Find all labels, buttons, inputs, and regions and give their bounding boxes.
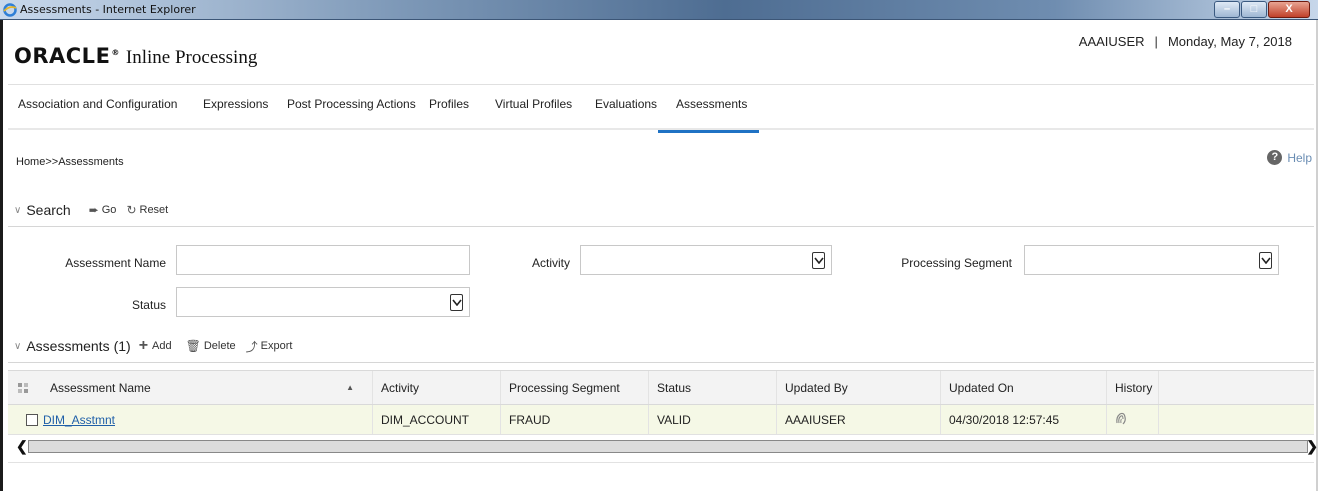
tab-evaluations[interactable]: Evaluations xyxy=(595,97,657,111)
search-collapse-chevron-icon[interactable]: ∨ xyxy=(14,205,21,216)
current-date: Monday, May 7, 2018 xyxy=(1167,34,1292,49)
status-select[interactable] xyxy=(176,287,470,317)
processing-segment-label: Processing Segment xyxy=(901,256,1012,270)
oracle-logo: ORACLE® xyxy=(14,44,120,68)
add-label: Add xyxy=(152,340,172,352)
trash-icon: 🗑 xyxy=(185,339,201,353)
assessment-name-cell: DIM_Asstmnt xyxy=(8,405,372,434)
tab-post-processing-actions[interactable]: Post Processing Actions xyxy=(287,97,416,111)
breadcrumb: Home>>Assessments xyxy=(16,156,124,168)
reset-button[interactable]: ↻ Reset xyxy=(126,203,168,217)
go-arrow-icon: ➨ xyxy=(88,203,99,217)
search-divider xyxy=(8,226,1314,227)
plus-icon: + xyxy=(138,337,149,354)
column-header-processing-segment[interactable]: Processing Segment xyxy=(500,371,648,404)
table-row[interactable]: DIM_Asstmnt DIM_ACCOUNT FRAUD VALID AAAI… xyxy=(8,405,1314,435)
user-info-separator: | xyxy=(1154,34,1158,49)
column-header-updated-by[interactable]: Updated By xyxy=(776,371,940,404)
chevron-down-icon xyxy=(812,252,825,269)
app-name: Inline Processing xyxy=(125,47,258,68)
go-button[interactable]: ➨ Go xyxy=(89,203,117,217)
row-checkbox[interactable] xyxy=(26,413,38,426)
main-nav: Association and Configuration Expression… xyxy=(8,84,1314,133)
export-icon: ⤴ xyxy=(245,339,258,354)
close-button[interactable]: X xyxy=(1268,1,1310,18)
window-frame-left xyxy=(0,20,3,491)
app-logo: ORACLE® Inline Processing xyxy=(14,44,257,69)
scrollbar-track[interactable] xyxy=(28,440,1308,453)
help-link[interactable]: ? Help xyxy=(1267,150,1312,165)
column-header-updated-on[interactable]: Updated On xyxy=(940,371,1106,404)
column-picker-icon[interactable] xyxy=(8,371,42,404)
scroll-right-arrow-icon[interactable]: ❯ xyxy=(1306,438,1318,455)
user-name: AAAIUSER xyxy=(1078,34,1145,49)
tab-association-and-configuration[interactable]: Association and Configuration xyxy=(18,97,177,111)
minimize-button[interactable]: – xyxy=(1214,1,1240,18)
assessment-name-label: Assessment Name xyxy=(65,256,166,270)
delete-button[interactable]: 🗑 Delete xyxy=(186,339,236,353)
search-title: Search xyxy=(26,202,71,218)
column-header-history[interactable]: History xyxy=(1106,371,1158,404)
column-header-assessment-name[interactable]: Assessment Name ▲ xyxy=(42,371,372,404)
history-cell xyxy=(1106,405,1158,434)
processing-segment-cell: FRAUD xyxy=(500,405,648,434)
chevron-down-icon xyxy=(450,294,463,311)
updated-on-cell: 04/30/2018 12:57:45 xyxy=(940,405,1106,434)
bottom-divider xyxy=(8,462,1314,463)
window-controls: – □ X xyxy=(1213,1,1310,18)
tab-profiles[interactable]: Profiles xyxy=(429,97,469,111)
tab-virtual-profiles[interactable]: Virtual Profiles xyxy=(495,97,572,111)
search-section-header: ∨ Search ➨ Go ↻ Reset xyxy=(14,202,168,218)
column-header-filler xyxy=(1158,371,1314,404)
delete-label: Delete xyxy=(203,340,236,352)
window-title: Assessments - Internet Explorer xyxy=(20,3,196,16)
add-button[interactable]: + Add xyxy=(139,337,172,355)
assessments-section-header: ∨ Assessments (1) + Add 🗑 Delete ⤴ Expor… xyxy=(14,337,292,355)
assessment-name-link[interactable]: DIM_Asstmnt xyxy=(43,413,115,427)
minimize-icon: – xyxy=(1223,3,1231,15)
internet-explorer-icon xyxy=(3,3,17,17)
sort-ascending-icon[interactable]: ▲ xyxy=(346,383,354,392)
history-icon[interactable] xyxy=(1115,411,1127,428)
processing-segment-select[interactable] xyxy=(1024,245,1279,275)
chevron-down-icon xyxy=(1259,252,1272,269)
close-icon: X xyxy=(1285,3,1293,15)
assessments-title: Assessments xyxy=(26,338,110,354)
assessment-name-input[interactable] xyxy=(176,245,470,275)
activity-cell: DIM_ACCOUNT xyxy=(372,405,500,434)
maximize-button[interactable]: □ xyxy=(1241,1,1267,18)
scroll-left-arrow-icon[interactable]: ❮ xyxy=(16,438,28,455)
maximize-icon: □ xyxy=(1250,3,1258,15)
table-header-row: Assessment Name ▲ Activity Processing Se… xyxy=(8,370,1314,405)
horizontal-scrollbar[interactable]: ❮ ❯ xyxy=(16,437,1318,455)
assessments-count: (1) xyxy=(113,338,131,354)
assessments-divider xyxy=(8,362,1314,363)
help-label: Help xyxy=(1287,150,1312,165)
go-label: Go xyxy=(101,204,117,216)
export-button[interactable]: ⤴ Export xyxy=(246,338,293,355)
row-filler xyxy=(1158,405,1314,434)
export-label: Export xyxy=(260,340,293,352)
reset-label: Reset xyxy=(139,204,169,216)
window-titlebar: Assessments - Internet Explorer – □ X xyxy=(0,0,1318,20)
column-header-status[interactable]: Status xyxy=(648,371,776,404)
status-cell: VALID xyxy=(648,405,776,434)
status-label: Status xyxy=(131,298,166,312)
tab-assessments[interactable]: Assessments xyxy=(657,97,760,133)
activity-label: Activity xyxy=(531,256,570,270)
tab-expressions[interactable]: Expressions xyxy=(203,97,268,111)
activity-select[interactable] xyxy=(580,245,832,275)
reset-icon: ↻ xyxy=(126,203,137,217)
help-icon: ? xyxy=(1267,150,1283,165)
updated-by-cell: AAAIUSER xyxy=(776,405,940,434)
assessments-collapse-chevron-icon[interactable]: ∨ xyxy=(14,341,21,352)
column-header-activity[interactable]: Activity xyxy=(372,371,500,404)
user-info: AAAIUSER | Monday, May 7, 2018 xyxy=(1079,34,1292,49)
